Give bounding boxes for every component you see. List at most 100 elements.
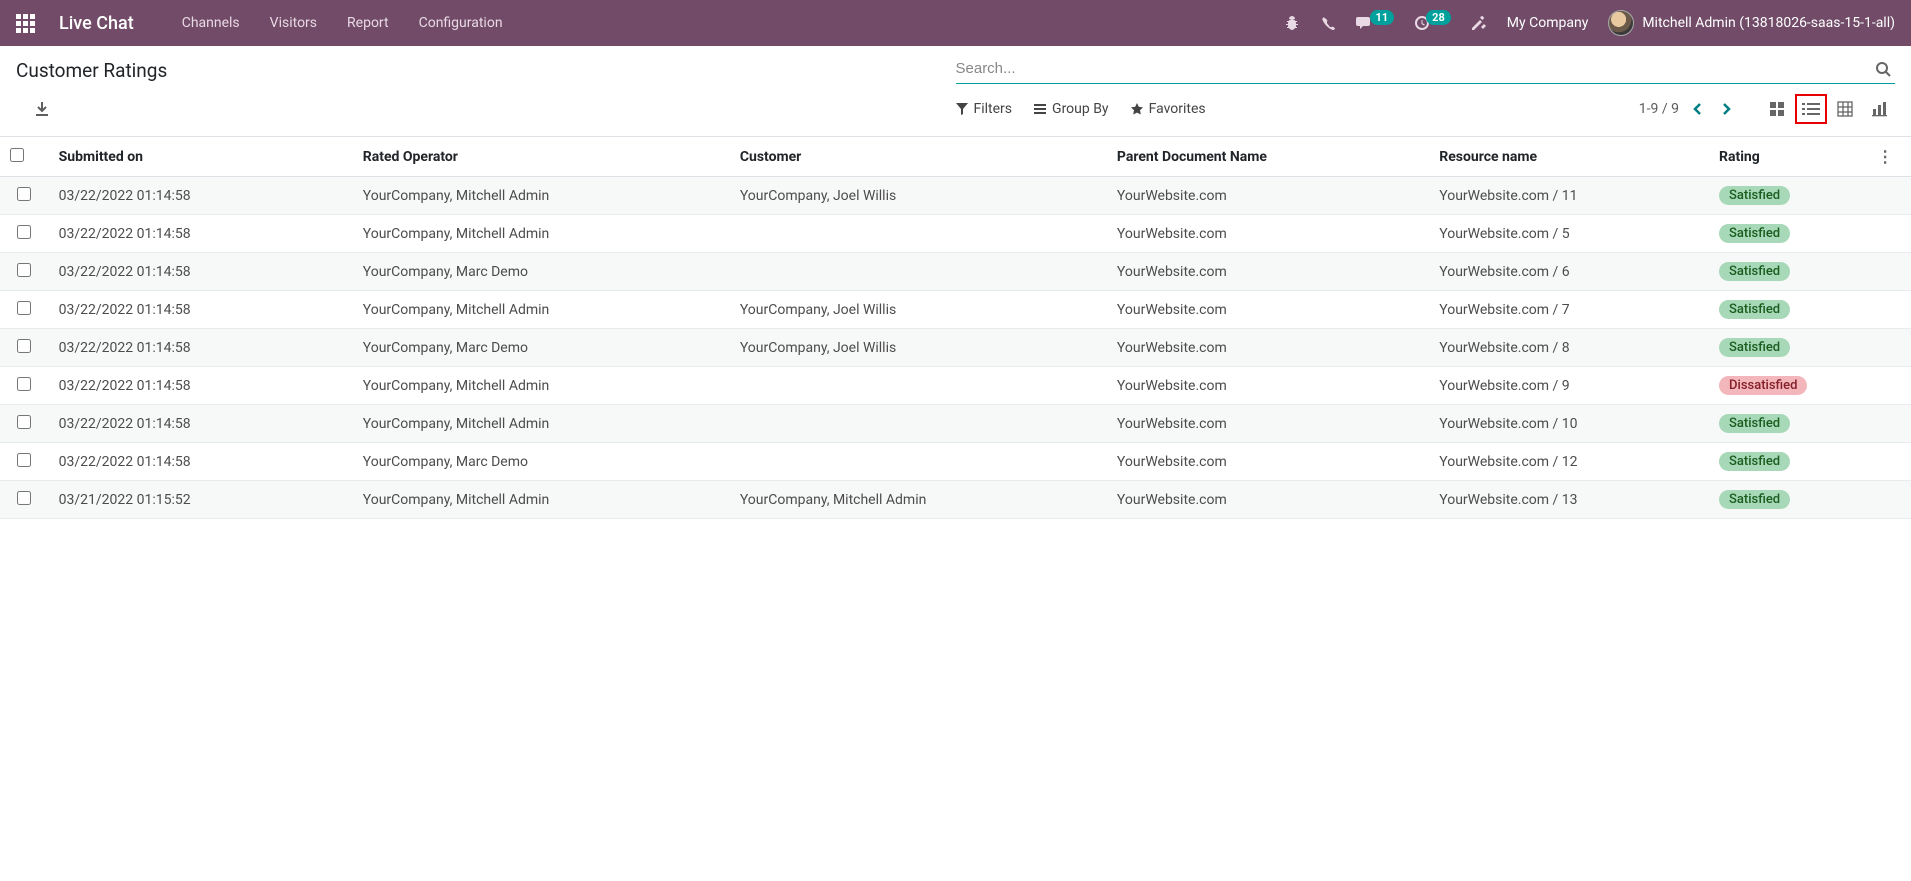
cell-resource: YourWebsite.com / 7 — [1429, 291, 1709, 329]
groupby-button[interactable]: Group By — [1034, 101, 1109, 117]
cp-middle: Filters Group By Favorites 1-9 / 9 — [956, 94, 1896, 124]
cell-parent: YourWebsite.com — [1107, 443, 1429, 481]
row-select-cell — [0, 253, 49, 291]
avatar — [1608, 10, 1634, 36]
col-submitted[interactable]: Submitted on — [49, 137, 353, 177]
rating-badge: Satisfied — [1719, 490, 1790, 509]
cell-parent: YourWebsite.com — [1107, 215, 1429, 253]
table-row[interactable]: 03/22/2022 01:14:58 YourCompany, Mitchel… — [0, 367, 1911, 405]
table-header-row: Submitted on Rated Operator Customer Par… — [0, 137, 1911, 177]
cell-resource: YourWebsite.com / 10 — [1429, 405, 1709, 443]
view-switcher — [1761, 94, 1895, 124]
cell-parent: YourWebsite.com — [1107, 329, 1429, 367]
row-select-cell — [0, 177, 49, 215]
groupby-label: Group By — [1052, 101, 1109, 117]
activities-icon[interactable]: 28 — [1414, 15, 1451, 31]
cell-resource: YourWebsite.com / 9 — [1429, 367, 1709, 405]
col-rating[interactable]: Rating — [1709, 137, 1867, 177]
rating-badge: Satisfied — [1719, 414, 1790, 433]
pivot-view-button[interactable] — [1829, 94, 1861, 124]
bug-icon[interactable] — [1284, 15, 1300, 31]
table-row[interactable]: 03/22/2022 01:14:58 YourCompany, Mitchel… — [0, 177, 1911, 215]
col-operator[interactable]: Rated Operator — [353, 137, 730, 177]
cell-submitted: 03/22/2022 01:14:58 — [49, 215, 353, 253]
row-select-cell — [0, 405, 49, 443]
activities-badge: 28 — [1426, 10, 1451, 25]
col-resource[interactable]: Resource name — [1429, 137, 1709, 177]
search-input[interactable] — [956, 60, 1872, 77]
row-checkbox[interactable] — [17, 491, 31, 505]
row-select-cell — [0, 215, 49, 253]
columns-options-icon[interactable]: ⋮ — [1877, 147, 1893, 166]
table-row[interactable]: 03/22/2022 01:14:58 YourCompany, Marc De… — [0, 443, 1911, 481]
cell-parent: YourWebsite.com — [1107, 177, 1429, 215]
cp-row2: Filters Group By Favorites 1-9 / 9 — [16, 94, 1895, 134]
search-icon[interactable] — [1871, 61, 1895, 77]
user-menu[interactable]: Mitchell Admin (13818026-saas-15-1-all) — [1608, 10, 1895, 36]
export-button[interactable] — [28, 99, 56, 119]
cell-submitted: 03/22/2022 01:14:58 — [49, 405, 353, 443]
tools-icon[interactable] — [1471, 15, 1487, 31]
cell-empty — [1867, 443, 1911, 481]
cell-operator: YourCompany, Mitchell Admin — [353, 215, 730, 253]
kanban-view-button[interactable] — [1761, 94, 1793, 124]
row-checkbox[interactable] — [17, 187, 31, 201]
rating-badge: Satisfied — [1719, 452, 1790, 471]
nav-item-visitors[interactable]: Visitors — [270, 15, 317, 31]
col-parent[interactable]: Parent Document Name — [1107, 137, 1429, 177]
favorites-button[interactable]: Favorites — [1131, 101, 1206, 117]
cell-empty — [1867, 177, 1911, 215]
row-select-cell — [0, 329, 49, 367]
top-navbar: Live Chat Channels Visitors Report Confi… — [0, 0, 1911, 46]
nav-menu: Channels Visitors Report Configuration — [182, 15, 503, 31]
table-row[interactable]: 03/21/2022 01:15:52 YourCompany, Mitchel… — [0, 481, 1911, 519]
pager-prev[interactable] — [1689, 102, 1707, 116]
row-select-cell — [0, 443, 49, 481]
company-name[interactable]: My Company — [1507, 15, 1589, 31]
row-checkbox[interactable] — [17, 453, 31, 467]
discuss-icon[interactable]: 11 — [1356, 15, 1395, 31]
filters-button[interactable]: Filters — [956, 101, 1013, 117]
nav-item-report[interactable]: Report — [347, 15, 389, 31]
messages-badge: 11 — [1370, 10, 1395, 25]
pager: 1-9 / 9 — [1639, 101, 1735, 117]
rating-badge: Satisfied — [1719, 224, 1790, 243]
table-row[interactable]: 03/22/2022 01:14:58 YourCompany, Marc De… — [0, 253, 1911, 291]
graph-view-button[interactable] — [1863, 94, 1895, 124]
row-checkbox[interactable] — [17, 225, 31, 239]
apps-icon[interactable] — [16, 14, 35, 33]
list-view-button[interactable] — [1795, 94, 1827, 124]
phone-icon[interactable] — [1320, 15, 1336, 31]
cell-empty — [1867, 329, 1911, 367]
row-checkbox[interactable] — [17, 263, 31, 277]
table-row[interactable]: 03/22/2022 01:14:58 YourCompany, Marc De… — [0, 329, 1911, 367]
nav-item-channels[interactable]: Channels — [182, 15, 240, 31]
rating-badge: Satisfied — [1719, 262, 1790, 281]
cell-empty — [1867, 367, 1911, 405]
rating-badge: Satisfied — [1719, 186, 1790, 205]
app-brand[interactable]: Live Chat — [59, 13, 134, 34]
select-all-checkbox[interactable] — [10, 148, 24, 162]
row-checkbox[interactable] — [17, 377, 31, 391]
cell-empty — [1867, 253, 1911, 291]
row-checkbox[interactable] — [17, 339, 31, 353]
row-checkbox[interactable] — [17, 415, 31, 429]
cell-parent: YourWebsite.com — [1107, 405, 1429, 443]
cell-empty — [1867, 405, 1911, 443]
select-all-cell — [0, 137, 49, 177]
cell-resource: YourWebsite.com / 13 — [1429, 481, 1709, 519]
pager-next[interactable] — [1717, 102, 1735, 116]
col-customer[interactable]: Customer — [730, 137, 1107, 177]
cell-customer: YourCompany, Joel Willis — [730, 329, 1107, 367]
cell-empty — [1867, 215, 1911, 253]
pager-text[interactable]: 1-9 / 9 — [1639, 101, 1679, 117]
table-row[interactable]: 03/22/2022 01:14:58 YourCompany, Mitchel… — [0, 291, 1911, 329]
cell-empty — [1867, 481, 1911, 519]
cell-submitted: 03/22/2022 01:14:58 — [49, 177, 353, 215]
row-checkbox[interactable] — [17, 301, 31, 315]
table-row[interactable]: 03/22/2022 01:14:58 YourCompany, Mitchel… — [0, 215, 1911, 253]
cell-resource: YourWebsite.com / 6 — [1429, 253, 1709, 291]
nav-item-configuration[interactable]: Configuration — [419, 15, 503, 31]
ratings-table: Submitted on Rated Operator Customer Par… — [0, 136, 1911, 519]
table-row[interactable]: 03/22/2022 01:14:58 YourCompany, Mitchel… — [0, 405, 1911, 443]
